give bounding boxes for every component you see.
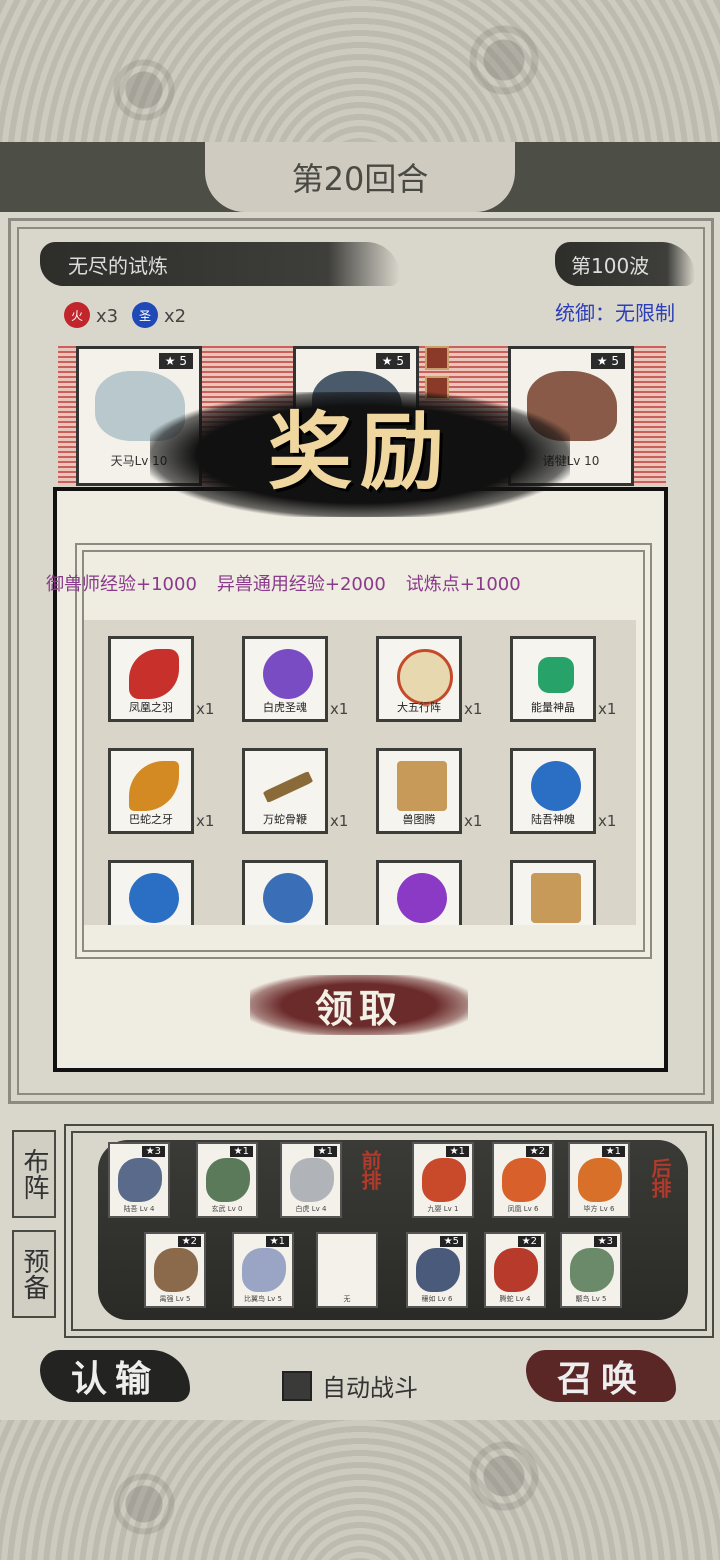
soul-orb-icon: [129, 873, 179, 923]
item-quantity: x1: [196, 812, 215, 830]
beast-portrait: [154, 1248, 198, 1292]
reward-item[interactable]: 能量神晶: [510, 636, 596, 722]
round-label: 第20回合: [205, 142, 515, 212]
beast-exp-reward: 异兽通用经验+2000: [216, 574, 386, 595]
star-level-badge: ★ 5: [375, 353, 410, 369]
reserve-beast[interactable]: ★2 腾蛇 Lv 4: [484, 1232, 546, 1308]
crystal-icon: [538, 657, 574, 693]
soul-orb-icon: [263, 873, 313, 923]
item-quantity: x1: [598, 812, 617, 830]
star-level-badge: ★2: [177, 1236, 201, 1247]
item-quantity: x1: [464, 812, 483, 830]
reward-item[interactable]: 凤凰之羽: [108, 636, 194, 722]
star-level-badge: ★5: [439, 1236, 463, 1247]
holy-element-icon: 圣: [132, 302, 158, 328]
item-quantity: x1: [330, 700, 349, 718]
beast-portrait: [570, 1248, 614, 1292]
scroll-icon: [397, 761, 447, 811]
holy-element-count: x2: [164, 306, 187, 327]
reserve-beast[interactable]: ★2 禺强 Lv 5: [144, 1232, 206, 1308]
fire-element-count: x3: [96, 306, 119, 327]
back-row-beast[interactable]: ★1 九婴 Lv 1: [412, 1142, 474, 1218]
tab-formation[interactable]: 布阵: [12, 1130, 56, 1218]
reserve-beast[interactable]: ★5 穰如 Lv 6: [406, 1232, 468, 1308]
beast-portrait: [422, 1158, 466, 1202]
star-level-badge: ★2: [525, 1146, 549, 1157]
soul-orb-icon: [397, 873, 447, 923]
beast-portrait: [494, 1248, 538, 1292]
beast-portrait: [242, 1248, 286, 1292]
star-level-badge: ★1: [313, 1146, 337, 1157]
bone-whip-icon: [262, 770, 314, 804]
fire-element-icon: 火: [64, 302, 90, 328]
star-level-badge: ★3: [593, 1236, 617, 1247]
reward-item[interactable]: [376, 860, 462, 925]
reward-item[interactable]: 白虎圣魂: [242, 636, 328, 722]
soul-orb-icon: [263, 649, 313, 699]
item-quantity: x1: [196, 700, 215, 718]
reward-item[interactable]: [108, 860, 194, 925]
star-level-badge: ★1: [601, 1146, 625, 1157]
beast-portrait: [290, 1158, 334, 1202]
auto-battle-label: 自动战斗: [322, 1374, 418, 1402]
auto-battle-checkbox[interactable]: [282, 1370, 312, 1401]
reward-item[interactable]: 陆吾神魄: [510, 748, 596, 834]
reward-item[interactable]: 巴蛇之牙: [108, 748, 194, 834]
front-row-beast[interactable]: ★1 玄武 Lv 0: [196, 1142, 258, 1218]
front-row-beast[interactable]: ★1 白虎 Lv 4: [280, 1142, 342, 1218]
beast-portrait: [578, 1158, 622, 1202]
bottom-wave-decoration: [0, 1420, 720, 1560]
beast-portrait: [416, 1248, 460, 1292]
beast-portrait: [206, 1158, 250, 1202]
soul-orb-icon: [531, 761, 581, 811]
star-level-badge: ★1: [445, 1146, 469, 1157]
formation-icon: [397, 649, 453, 705]
back-row-beast[interactable]: ★2 凤凰 Lv 6: [492, 1142, 554, 1218]
trainer-exp-reward: 御兽师经验+1000: [46, 574, 197, 595]
command-limit: 统御：无限制: [555, 301, 675, 325]
trial-points-reward: 试炼点+1000: [405, 574, 521, 595]
star-level-badge: ★1: [265, 1236, 289, 1247]
reward-item[interactable]: 万蛇骨鞭: [242, 748, 328, 834]
item-quantity: x1: [464, 700, 483, 718]
star-level-badge: ★ 5: [158, 353, 193, 369]
reward-title: 奖励: [267, 402, 452, 501]
beast-portrait: [502, 1158, 546, 1202]
star-level-badge: ★3: [141, 1146, 165, 1157]
empty-reserve-slot[interactable]: 无: [316, 1232, 378, 1308]
scroll-icon: [531, 873, 581, 923]
reward-exp-row: 御兽师经验+1000 异兽通用经验+2000 试炼点+1000: [46, 570, 606, 600]
item-quantity: x1: [598, 700, 617, 718]
reward-item[interactable]: 兽图腾: [376, 748, 462, 834]
back-row-label: 后排: [648, 1158, 672, 1198]
shield-icon: [425, 346, 449, 370]
star-level-badge: ★1: [229, 1146, 253, 1157]
reserve-beast[interactable]: ★3 颙鸟 Lv 5: [560, 1232, 622, 1308]
front-row-label: 前排: [358, 1150, 382, 1190]
reward-item-grid[interactable]: 凤凰之羽 x1 白虎圣魂 x1 大五行阵 x1 能量神晶 x1 巴蛇之牙 x1 …: [84, 620, 636, 925]
reserve-beast[interactable]: ★1 比翼鸟 Lv 5: [232, 1232, 294, 1308]
reward-item[interactable]: [510, 860, 596, 925]
claim-button[interactable]: 领取: [250, 975, 468, 1035]
top-wave-decoration: [0, 0, 720, 150]
surrender-button[interactable]: 认输: [40, 1350, 190, 1402]
reward-item[interactable]: 大五行阵: [376, 636, 462, 722]
wave-label: 第100波: [555, 242, 695, 286]
reward-item[interactable]: [242, 860, 328, 925]
star-level-badge: ★2: [517, 1236, 541, 1247]
fang-icon: [129, 761, 179, 811]
front-row-beast[interactable]: ★3 陆吾 Lv 4: [108, 1142, 170, 1218]
star-level-badge: ★ 5: [590, 353, 625, 369]
item-quantity: x1: [330, 812, 349, 830]
tab-reserve[interactable]: 预备: [12, 1230, 56, 1318]
stage-name: 无尽的试炼: [40, 242, 400, 286]
summon-button[interactable]: 召唤: [526, 1350, 676, 1402]
back-row-beast[interactable]: ★1 毕方 Lv 6: [568, 1142, 630, 1218]
beast-portrait: [118, 1158, 162, 1202]
auto-battle-toggle[interactable]: 自动战斗: [282, 1368, 418, 1403]
feather-icon: [129, 649, 179, 699]
